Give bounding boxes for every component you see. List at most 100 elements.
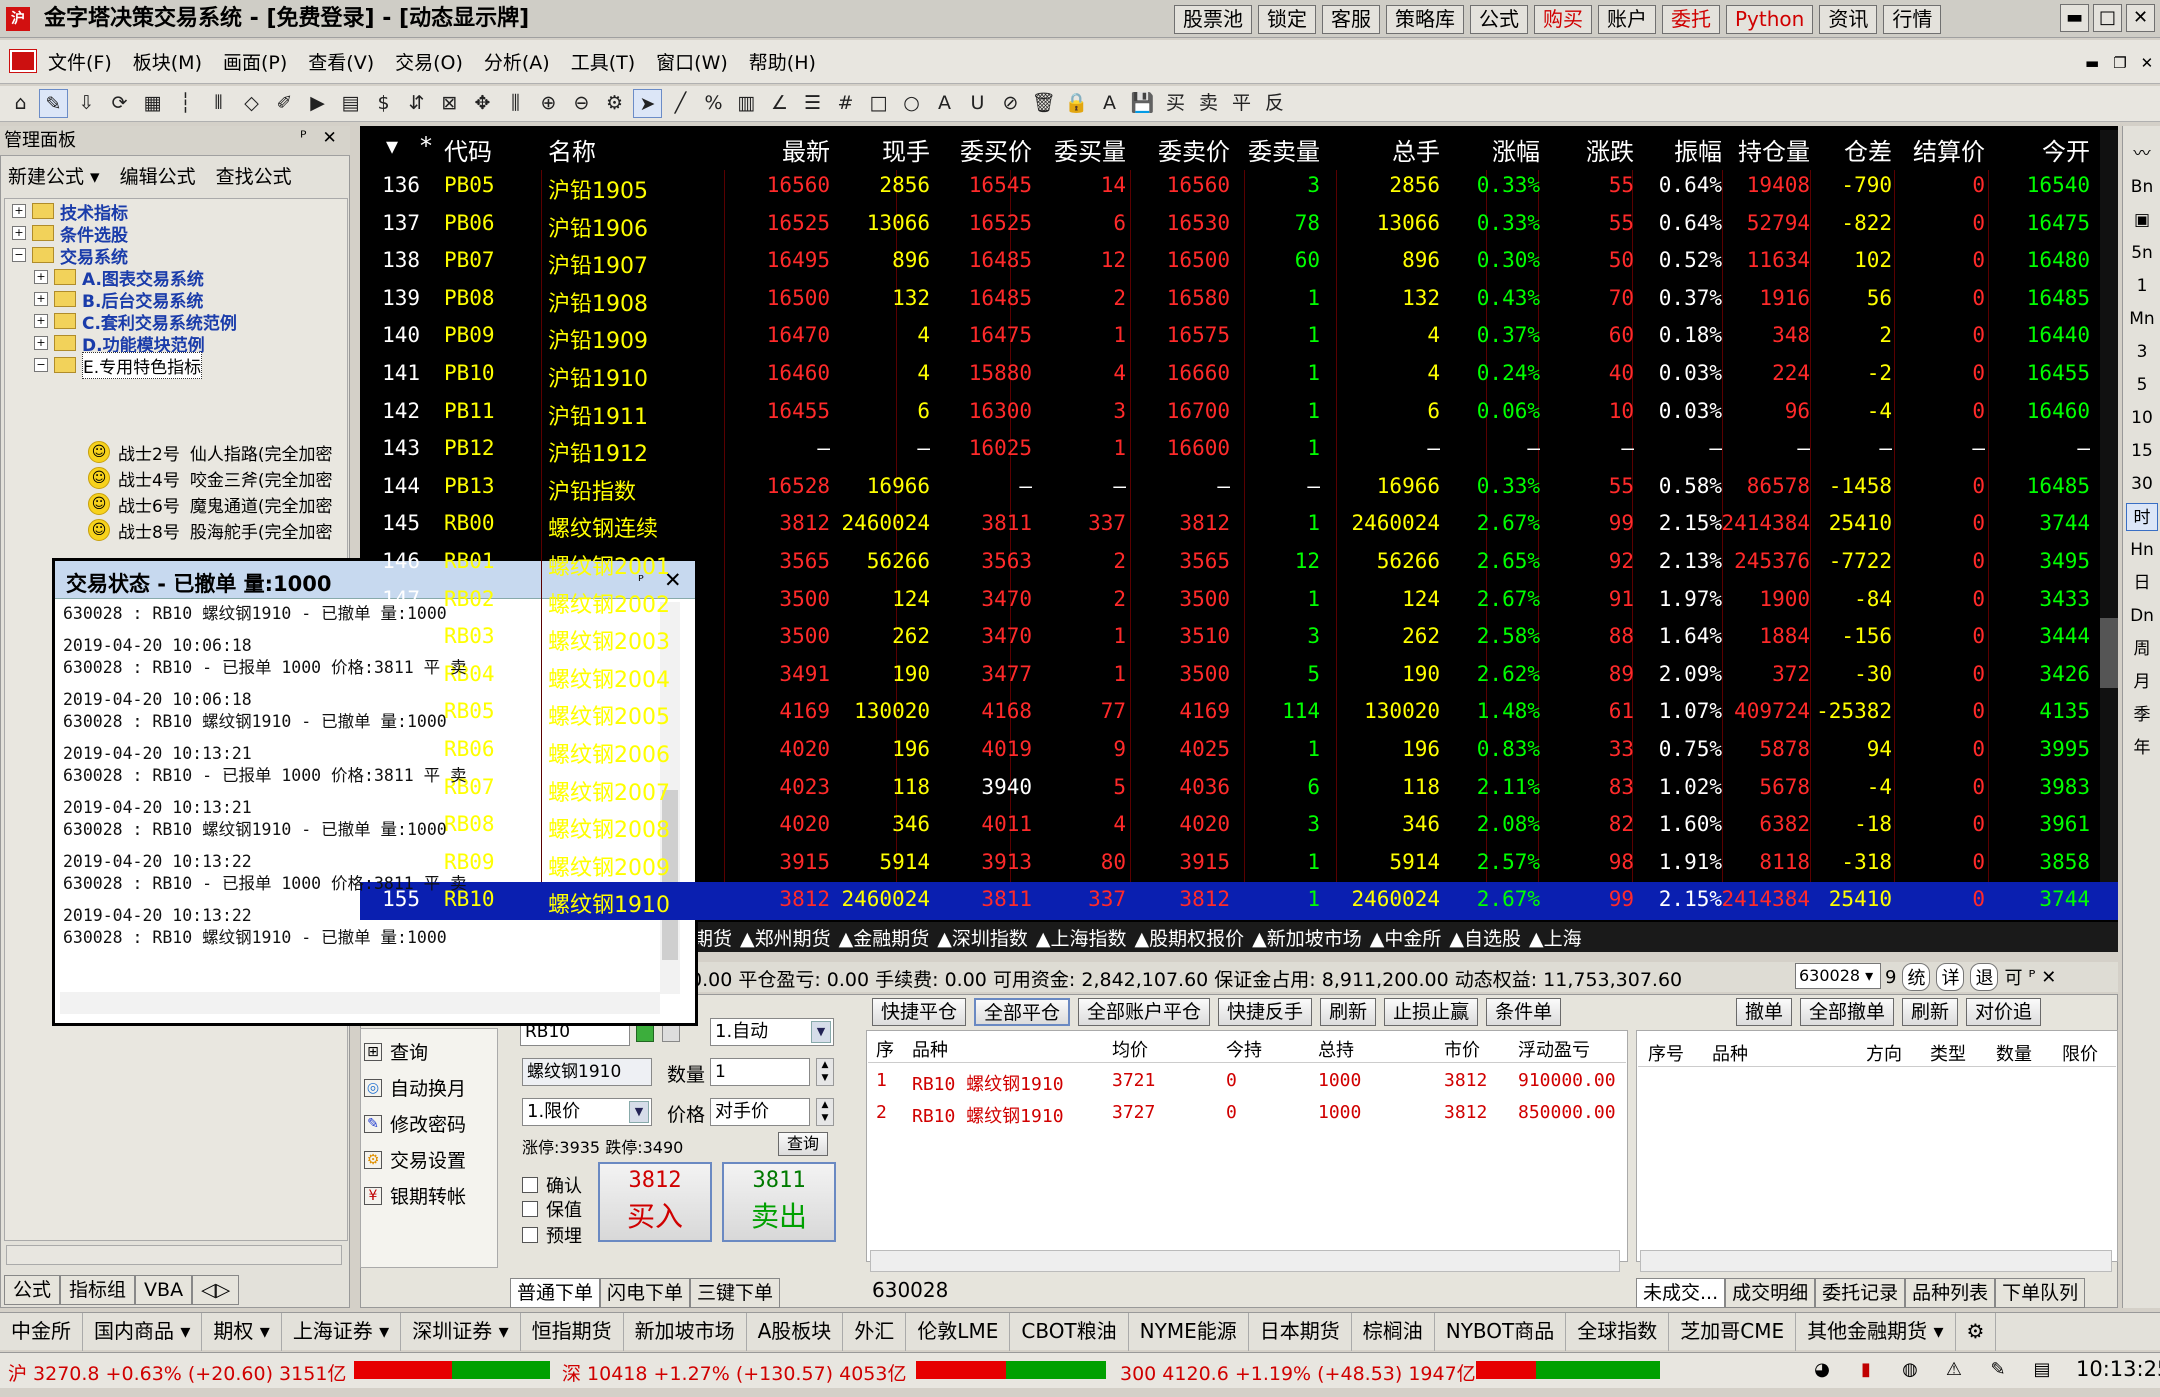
- query-button[interactable]: 查询: [778, 1132, 829, 1156]
- quote-row[interactable]: 154 RB09 螺纹钢2009 3915 5914 3913 80 3915 1 5914 2.5…: [360, 845, 2118, 883]
- toolbar-icon-26[interactable]: □: [864, 89, 893, 118]
- tree-expander-icon[interactable]: +: [34, 314, 48, 328]
- trade-menu-item-3[interactable]: ⚙ 交易设置: [364, 1146, 466, 1173]
- menu-item-8[interactable]: 帮助(H): [749, 48, 816, 75]
- market-tab-12[interactable]: 日本期货: [1249, 1312, 1352, 1351]
- quote-tab-2[interactable]: ▲金融期货: [835, 924, 934, 951]
- toolbar-icon-23[interactable]: ∠: [765, 89, 794, 118]
- market-tab-7[interactable]: A股板块: [747, 1312, 844, 1351]
- trade-menu-item-2[interactable]: ✎ 修改密码: [364, 1110, 466, 1137]
- market-tab-0[interactable]: 中金所: [0, 1312, 83, 1351]
- quote-row[interactable]: 150 RB05 螺纹钢2005 4169 130020 4168 77 4169 114 130…: [360, 694, 2118, 732]
- buy-button[interactable]: 3812 买入: [598, 1162, 712, 1242]
- toolbar-icon-25[interactable]: #: [831, 89, 860, 118]
- quote-row[interactable]: 152 RB07 螺纹钢2007 4023 118 3940 5 4036 6 118 2.11% 8…: [360, 770, 2118, 808]
- positions-header-2[interactable]: 均价: [1112, 1036, 1148, 1062]
- tree-horizontal-scrollbar[interactable]: [6, 1245, 342, 1265]
- market-tab-14[interactable]: NYBOT商品: [1435, 1312, 1567, 1351]
- position-button-5[interactable]: 止损止赢: [1384, 998, 1479, 1026]
- price-type-select[interactable]: 1.限价 ▼: [522, 1098, 652, 1126]
- period-button-12[interactable]: Hn: [2126, 536, 2158, 564]
- market-tab-17[interactable]: 其他金融期货 ▾: [1796, 1312, 1956, 1351]
- tree-leaf-3[interactable]: ☺ 战士8号 股海舵手(完全加密: [88, 516, 346, 544]
- market-tab-5[interactable]: 恒指期货: [521, 1312, 624, 1351]
- quote-header-16[interactable]: 结算价: [1875, 132, 1985, 167]
- market-tab-18[interactable]: ⚙: [1956, 1312, 1997, 1351]
- toolbar-icon-29[interactable]: U: [963, 89, 992, 118]
- position-button-3[interactable]: 快捷反手: [1218, 998, 1313, 1026]
- toolbar-icon-10[interactable]: ▤: [336, 89, 365, 118]
- position-button-2[interactable]: 全部账户平仓: [1078, 998, 1211, 1026]
- quote-row[interactable]: 141 PB10 沪铅1910 16460 4 15880 4 16660 1 4 0.24% 40 0…: [360, 356, 2118, 394]
- quote-row[interactable]: 139 PB08 沪铅1908 16500 132 16485 2 16580 1 132 0.43…: [360, 281, 2118, 319]
- market-tab-15[interactable]: 全球指数: [1566, 1312, 1670, 1351]
- account-bar-button-0[interactable]: 9: [1885, 967, 1896, 988]
- tray-icon-1[interactable]: ▮: [1852, 1358, 1880, 1382]
- period-button-5[interactable]: Mn: [2126, 305, 2158, 333]
- toolbar-icon-2[interactable]: ⇩: [72, 89, 101, 118]
- quote-row[interactable]: 151 RB06 螺纹钢2006 4020 196 4019 9 4025 1 196 0.83% 3…: [360, 732, 2118, 770]
- position-button-0[interactable]: 快捷平仓: [872, 998, 967, 1026]
- period-button-9[interactable]: 15: [2126, 437, 2158, 465]
- account-bar-button-1[interactable]: 统: [1902, 963, 1931, 991]
- market-tab-8[interactable]: 外汇: [843, 1312, 907, 1351]
- toolbar-icon-0[interactable]: ⌂: [6, 89, 35, 118]
- quote-header-4[interactable]: 最新: [720, 132, 830, 167]
- toolbar-icon-30[interactable]: ⊘: [996, 89, 1025, 118]
- period-button-2[interactable]: ▣: [2126, 206, 2158, 234]
- toolbar-icon-21[interactable]: %: [699, 89, 728, 118]
- toolbar-icon-8[interactable]: ✐: [270, 89, 299, 118]
- orders-header-4[interactable]: 数量: [1996, 1040, 2032, 1066]
- toolbar-icon-3[interactable]: ⟳: [105, 89, 134, 118]
- toolbar-icon-9[interactable]: ▶: [303, 89, 332, 118]
- close-button[interactable]: ✕: [2126, 4, 2155, 32]
- period-button-4[interactable]: 1: [2126, 272, 2158, 300]
- top-button-1[interactable]: 锁定: [1258, 4, 1316, 34]
- order-record-tab-0[interactable]: 未成交...: [1636, 1278, 1726, 1308]
- tree-expander-icon[interactable]: +: [12, 204, 26, 218]
- tree-expander-icon[interactable]: +: [34, 336, 48, 350]
- quantity-input[interactable]: 1: [710, 1058, 810, 1086]
- tree-expander-icon[interactable]: +: [34, 292, 48, 306]
- quote-row[interactable]: 138 PB07 沪铅1907 16495 896 16485 12 16500 60 896 0.…: [360, 243, 2118, 281]
- menu-item-2[interactable]: 画面(P): [223, 48, 287, 75]
- market-tab-9[interactable]: 伦敦LME: [906, 1312, 1011, 1351]
- market-tab-6[interactable]: 新加坡市场: [624, 1312, 747, 1351]
- quote-tab-4[interactable]: ▲上海指数: [1032, 924, 1131, 951]
- tree-node-3[interactable]: + A.图表交易系统: [34, 266, 204, 290]
- market-tab-10[interactable]: CBOT粮油: [1010, 1312, 1129, 1351]
- top-button-2[interactable]: 客服: [1322, 4, 1380, 34]
- open-close-mode-select[interactable]: 1.自动 ▼: [710, 1018, 834, 1046]
- toolbar-icon-13[interactable]: ⊠: [435, 89, 464, 118]
- menu-item-5[interactable]: 分析(A): [484, 48, 550, 75]
- orders-header-2[interactable]: 方向: [1866, 1040, 1902, 1066]
- top-button-5[interactable]: 购买: [1534, 4, 1592, 34]
- quantity-stepper[interactable]: ▲ ▼: [816, 1058, 834, 1086]
- order-button-3[interactable]: 对价追: [1966, 998, 2042, 1026]
- quote-header-7[interactable]: 委买量: [1016, 132, 1126, 167]
- quote-tab-1[interactable]: ▲郑州期货: [736, 924, 835, 951]
- top-button-3[interactable]: 策略库: [1386, 4, 1464, 34]
- quote-row[interactable]: 136 PB05 沪铅1905 16560 2856 16545 14 16560 3 2856 0…: [360, 168, 2118, 206]
- period-button-17[interactable]: 季: [2126, 701, 2158, 729]
- quote-tab-8[interactable]: ▲自选股: [1445, 924, 1525, 951]
- order-record-tab-1[interactable]: 成交明细: [1725, 1278, 1816, 1308]
- tray-icon-3[interactable]: ⚠: [1940, 1358, 1968, 1382]
- menu-item-7[interactable]: 窗口(W): [656, 48, 728, 75]
- positions-scrollbar[interactable]: [870, 1250, 1620, 1272]
- menu-item-1[interactable]: 板块(M): [133, 48, 202, 75]
- toolbar-icon-33[interactable]: A: [1095, 89, 1124, 118]
- toolbar-icon-6[interactable]: ⫴: [204, 89, 233, 118]
- tree-node-1[interactable]: + 条件选股: [12, 222, 128, 246]
- confirm-code-icon[interactable]: [636, 1024, 654, 1042]
- period-button-1[interactable]: Bn: [2126, 173, 2158, 201]
- toolbar-icon-38[interactable]: 反: [1260, 89, 1289, 118]
- quote-header-17[interactable]: 今开: [1980, 132, 2090, 167]
- toolbar-icon-28[interactable]: A: [930, 89, 959, 118]
- tree-expander-icon[interactable]: −: [12, 248, 26, 262]
- market-tab-13[interactable]: 棕榈油: [1352, 1312, 1435, 1351]
- quote-row[interactable]: 155 RB10 螺纹钢1910 3812 2460024 3811 337 3812 1 246…: [360, 882, 2118, 920]
- positions-header-3[interactable]: 今持: [1226, 1036, 1262, 1062]
- account-bar-button-2[interactable]: 详: [1936, 963, 1965, 991]
- toolbar-icon-20[interactable]: ╱: [666, 89, 695, 118]
